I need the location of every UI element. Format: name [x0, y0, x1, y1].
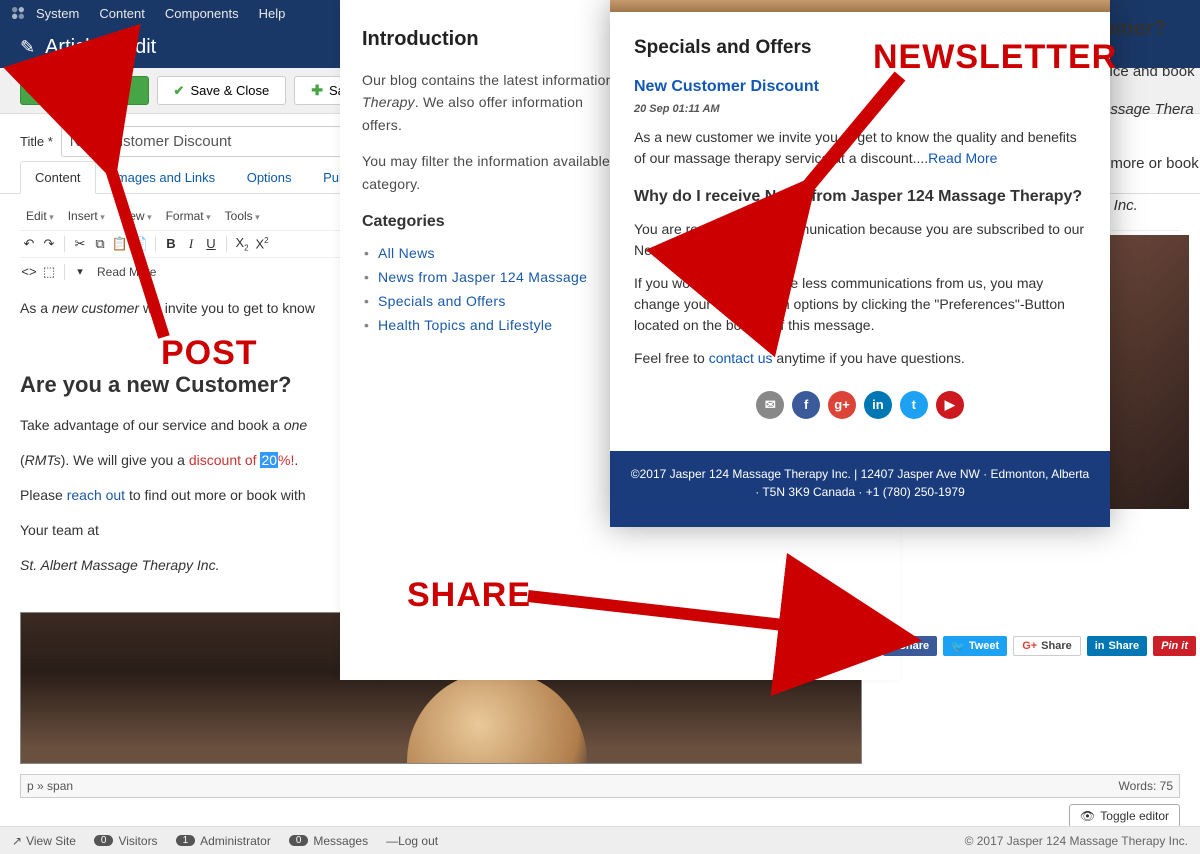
title-label: Title *	[20, 134, 53, 149]
share-twitter-button[interactable]: 🐦Tweet	[943, 636, 1007, 656]
paste-icon[interactable]: 📋	[111, 236, 129, 252]
code-icon[interactable]: <>	[20, 264, 38, 279]
subscript-icon[interactable]: X2	[233, 235, 251, 253]
undo-icon[interactable]: ↶	[20, 236, 38, 252]
contact-us-link[interactable]: contact us	[709, 350, 773, 366]
callout-post: POST	[161, 334, 258, 373]
visitors-count[interactable]: 0Visitors	[94, 834, 158, 848]
editor-menu-insert[interactable]: Insert	[62, 206, 111, 226]
editor-menu-tools[interactable]: Tools	[219, 206, 266, 226]
newsletter-post-title[interactable]: New Customer Discount	[634, 75, 1086, 99]
readmore-icon[interactable]: ▾	[71, 265, 89, 278]
word-count: Words: 75	[1119, 779, 1173, 793]
newsletter-post-date: 20 Sep 01:11 AM	[634, 101, 1086, 118]
eye-icon: 👁	[1080, 809, 1095, 823]
editor-menu-format[interactable]: Format	[160, 206, 217, 226]
footer-copyright: © 2017 Jasper 124 Massage Therapy Inc.	[965, 834, 1188, 848]
italic-icon[interactable]: I	[182, 236, 200, 252]
newsletter-footer: ©2017 Jasper 124 Massage Therapy Inc. | …	[610, 451, 1110, 527]
joomla-icon	[10, 5, 26, 21]
twitter-icon[interactable]: t	[900, 391, 928, 419]
callout-share: SHARE	[407, 576, 531, 615]
view-site-link[interactable]: ↗ View Site	[12, 834, 76, 848]
callout-newsletter: NEWSLETTER	[873, 38, 1117, 77]
copy-icon[interactable]: ⧉	[91, 236, 109, 252]
element-path[interactable]: p » span	[27, 779, 73, 793]
readmore-button[interactable]: Read More	[91, 262, 162, 282]
paste-text-icon[interactable]: 📄	[131, 236, 149, 252]
editor-menu-view[interactable]: View	[113, 206, 158, 226]
share-pinterest-button[interactable]: Pin it	[1153, 636, 1196, 656]
editor-statusbar: p » span Words: 75	[20, 774, 1180, 798]
share-linkedin-button[interactable]: inShare	[1087, 636, 1147, 656]
tab-content[interactable]: Content	[20, 161, 96, 194]
toggle-editor-button[interactable]: 👁Toggle editor	[1069, 804, 1180, 828]
page-title: Articles: Edit	[45, 36, 156, 59]
menu-content[interactable]: Content	[99, 6, 145, 21]
admin-count[interactable]: 1Administrator	[176, 834, 271, 848]
social-row: ✉ f g+ in t ▶	[634, 381, 1086, 437]
cut-icon[interactable]: ✂	[71, 236, 89, 252]
menu-components[interactable]: Components	[165, 6, 239, 21]
redo-icon[interactable]: ↷	[40, 236, 58, 252]
logout-link[interactable]: — Log out	[386, 834, 438, 848]
facebook-icon[interactable]: f	[792, 391, 820, 419]
underline-icon[interactable]: U	[202, 236, 220, 251]
superscript-icon[interactable]: X2	[253, 236, 271, 251]
preview-icon[interactable]: ⬚	[40, 264, 58, 280]
tab-options[interactable]: Options	[233, 162, 306, 193]
youtube-icon[interactable]: ▶	[936, 391, 964, 419]
tab-images-links[interactable]: Images and Links	[99, 162, 229, 193]
editor-menu-edit[interactable]: Edit	[20, 206, 60, 226]
menu-system[interactable]: System	[36, 6, 79, 21]
why-heading: Why do I receive News from Jasper 124 Ma…	[634, 185, 1086, 209]
share-facebook-button[interactable]: fShare	[883, 636, 937, 656]
linkedin-icon[interactable]: in	[864, 391, 892, 419]
save-button[interactable]: ✎Save	[20, 76, 149, 105]
read-more-link[interactable]: Read More	[928, 150, 997, 166]
share-googleplus-button[interactable]: G+Share	[1013, 636, 1081, 656]
save-close-button[interactable]: ✔Save & Close	[157, 76, 287, 105]
email-icon[interactable]: ✉	[756, 391, 784, 419]
right-column: omer? vice and book assage Thera t more …	[1100, 12, 1200, 512]
messages-count[interactable]: 0Messages	[289, 834, 368, 848]
newsletter-preview: Specials and Offers New Customer Discoun…	[610, 0, 1110, 527]
newsletter-banner	[610, 0, 1110, 12]
share-bar: fShare 🐦Tweet G+Share inShare Pin it	[883, 636, 1196, 656]
bold-icon[interactable]: B	[162, 236, 180, 251]
right-photo	[1100, 232, 1192, 512]
admin-footer: ↗ View Site 0Visitors 1Administrator 0Me…	[0, 826, 1200, 854]
googleplus-icon[interactable]: g+	[828, 391, 856, 419]
menu-help[interactable]: Help	[259, 6, 286, 21]
pencil-icon: ✎	[20, 37, 35, 58]
